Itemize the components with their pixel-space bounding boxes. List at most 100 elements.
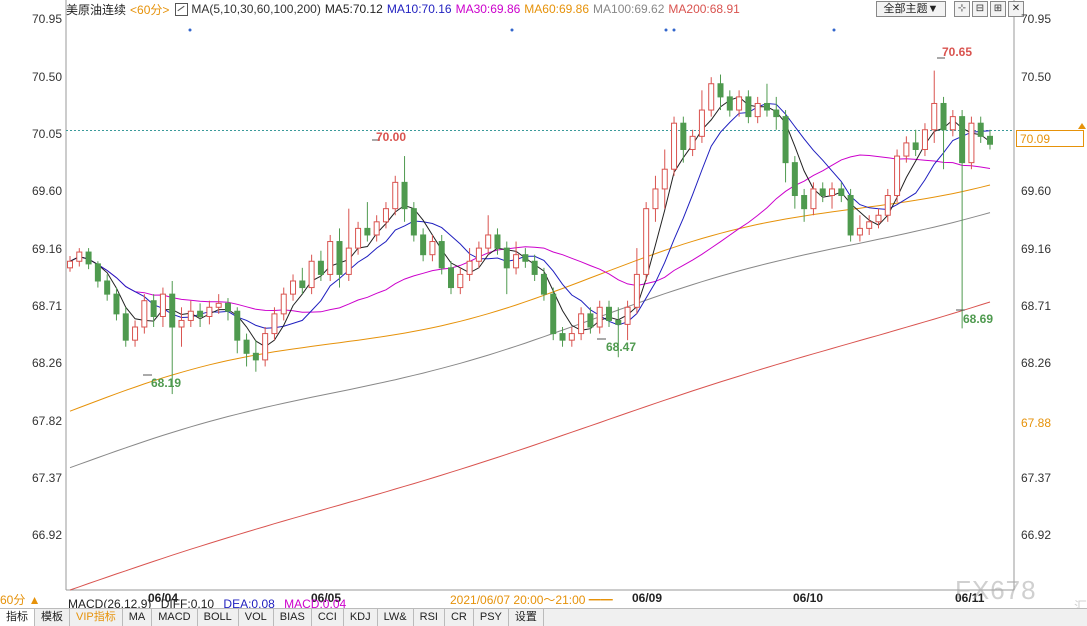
period-selector[interactable]: 60分 ▲ bbox=[0, 591, 64, 607]
candle-body[interactable] bbox=[290, 280, 297, 295]
candle-body[interactable] bbox=[959, 116, 966, 164]
tab-cr[interactable]: CR bbox=[445, 609, 474, 626]
candle-body[interactable] bbox=[420, 234, 427, 256]
candle-body[interactable] bbox=[605, 306, 612, 321]
tab-boll[interactable]: BOLL bbox=[198, 609, 239, 626]
crosshair-icon[interactable]: ⊹ bbox=[954, 1, 970, 17]
candle-body[interactable] bbox=[85, 251, 92, 265]
tab-indicators[interactable]: 指标 bbox=[0, 609, 35, 626]
candle-body[interactable] bbox=[550, 293, 557, 335]
candle-body[interactable] bbox=[159, 293, 166, 317]
candle-body[interactable] bbox=[410, 208, 417, 236]
candle-body[interactable] bbox=[977, 122, 984, 137]
tab-lw[interactable]: LW& bbox=[378, 609, 414, 626]
candle-body[interactable] bbox=[708, 83, 715, 111]
candle-body[interactable] bbox=[754, 102, 761, 118]
candle-body[interactable] bbox=[336, 241, 343, 275]
candle-body[interactable] bbox=[429, 241, 436, 256]
candle-body[interactable] bbox=[615, 319, 622, 325]
candle-body[interactable] bbox=[448, 267, 455, 289]
candle-body[interactable] bbox=[587, 313, 594, 328]
candle-body[interactable] bbox=[736, 96, 743, 111]
candle-body[interactable] bbox=[206, 306, 213, 317]
candle-body[interactable] bbox=[968, 122, 975, 164]
tab-macd[interactable]: MACD bbox=[152, 609, 198, 626]
tab-rsi[interactable]: RSI bbox=[414, 609, 445, 626]
candle-body[interactable] bbox=[513, 254, 520, 269]
candle-body[interactable] bbox=[122, 313, 129, 341]
candle-body[interactable] bbox=[150, 300, 157, 317]
candle-body[interactable] bbox=[308, 260, 315, 289]
ma-params[interactable]: MA(5,10,30,60,100,200) bbox=[191, 2, 320, 16]
tab-cci[interactable]: CCI bbox=[312, 609, 344, 626]
candle-body[interactable] bbox=[689, 135, 696, 150]
candle-body[interactable] bbox=[987, 135, 993, 145]
candle-body[interactable] bbox=[773, 109, 780, 118]
candle-body[interactable] bbox=[178, 319, 185, 328]
candle-body[interactable] bbox=[197, 310, 204, 317]
candle-body[interactable] bbox=[345, 247, 352, 275]
candle-body[interactable] bbox=[596, 306, 603, 328]
candle-body[interactable] bbox=[745, 96, 752, 118]
candle-body[interactable] bbox=[224, 302, 231, 312]
candle-body[interactable] bbox=[141, 300, 148, 328]
tab-vip[interactable]: VIP指标 bbox=[70, 609, 123, 626]
candle-body[interactable] bbox=[531, 260, 538, 275]
ma-settings-icon[interactable] bbox=[175, 2, 189, 16]
candle-body[interactable] bbox=[299, 280, 306, 289]
tab-kdj[interactable]: KDJ bbox=[344, 609, 378, 626]
candle-body[interactable] bbox=[94, 263, 101, 282]
candle-body[interactable] bbox=[819, 188, 826, 197]
candle-body[interactable] bbox=[652, 188, 659, 210]
price-chart[interactable] bbox=[0, 0, 1087, 625]
candle-body[interactable] bbox=[624, 306, 631, 325]
candle-body[interactable] bbox=[364, 227, 371, 236]
candle-body[interactable] bbox=[643, 208, 650, 275]
candle-body[interactable] bbox=[234, 310, 241, 341]
candle-body[interactable] bbox=[559, 333, 566, 341]
candle-body[interactable] bbox=[884, 195, 891, 216]
tab-psy[interactable]: PSY bbox=[474, 609, 509, 626]
candle-body[interactable] bbox=[373, 221, 380, 236]
candle-body[interactable] bbox=[791, 162, 798, 197]
candle-body[interactable] bbox=[401, 181, 408, 210]
candle-body[interactable] bbox=[940, 102, 947, 131]
candle-body[interactable] bbox=[698, 109, 705, 137]
candle-body[interactable] bbox=[466, 260, 473, 275]
candle-body[interactable] bbox=[215, 302, 222, 308]
candle-body[interactable] bbox=[671, 122, 678, 170]
period-label[interactable]: <60分> bbox=[130, 1, 169, 18]
candle-body[interactable] bbox=[280, 293, 287, 315]
candle-body[interactable] bbox=[838, 188, 845, 197]
candle-body[interactable] bbox=[457, 273, 464, 289]
candle-body[interactable] bbox=[485, 234, 492, 249]
candle-body[interactable] bbox=[67, 260, 73, 269]
tab-settings[interactable]: 设置 bbox=[509, 609, 544, 626]
candle-body[interactable] bbox=[875, 214, 882, 223]
candle-body[interactable] bbox=[392, 181, 399, 210]
candle-body[interactable] bbox=[382, 208, 389, 223]
candle-body[interactable] bbox=[475, 247, 482, 262]
candle-body[interactable] bbox=[782, 116, 789, 164]
candle-body[interactable] bbox=[801, 195, 808, 210]
candle-body[interactable] bbox=[317, 260, 324, 275]
candle-body[interactable] bbox=[252, 352, 259, 361]
candle-body[interactable] bbox=[949, 116, 956, 131]
tab-vol[interactable]: VOL bbox=[239, 609, 274, 626]
candle-body[interactable] bbox=[438, 241, 445, 269]
candle-body[interactable] bbox=[578, 313, 585, 335]
candle-body[interactable] bbox=[903, 142, 910, 157]
candle-body[interactable] bbox=[355, 227, 362, 249]
candle-body[interactable] bbox=[169, 293, 176, 328]
candle-body[interactable] bbox=[931, 102, 938, 131]
candle-body[interactable] bbox=[847, 195, 854, 236]
candle-body[interactable] bbox=[680, 122, 687, 150]
candle-body[interactable] bbox=[633, 273, 640, 308]
candle-body[interactable] bbox=[132, 326, 139, 341]
candle-body[interactable] bbox=[661, 168, 668, 190]
tab-bias[interactable]: BIAS bbox=[274, 609, 312, 626]
zoom-out-icon[interactable]: ⊟ bbox=[972, 1, 988, 17]
candle-body[interactable] bbox=[921, 129, 928, 150]
candle-body[interactable] bbox=[187, 310, 194, 321]
candle-body[interactable] bbox=[717, 83, 724, 98]
